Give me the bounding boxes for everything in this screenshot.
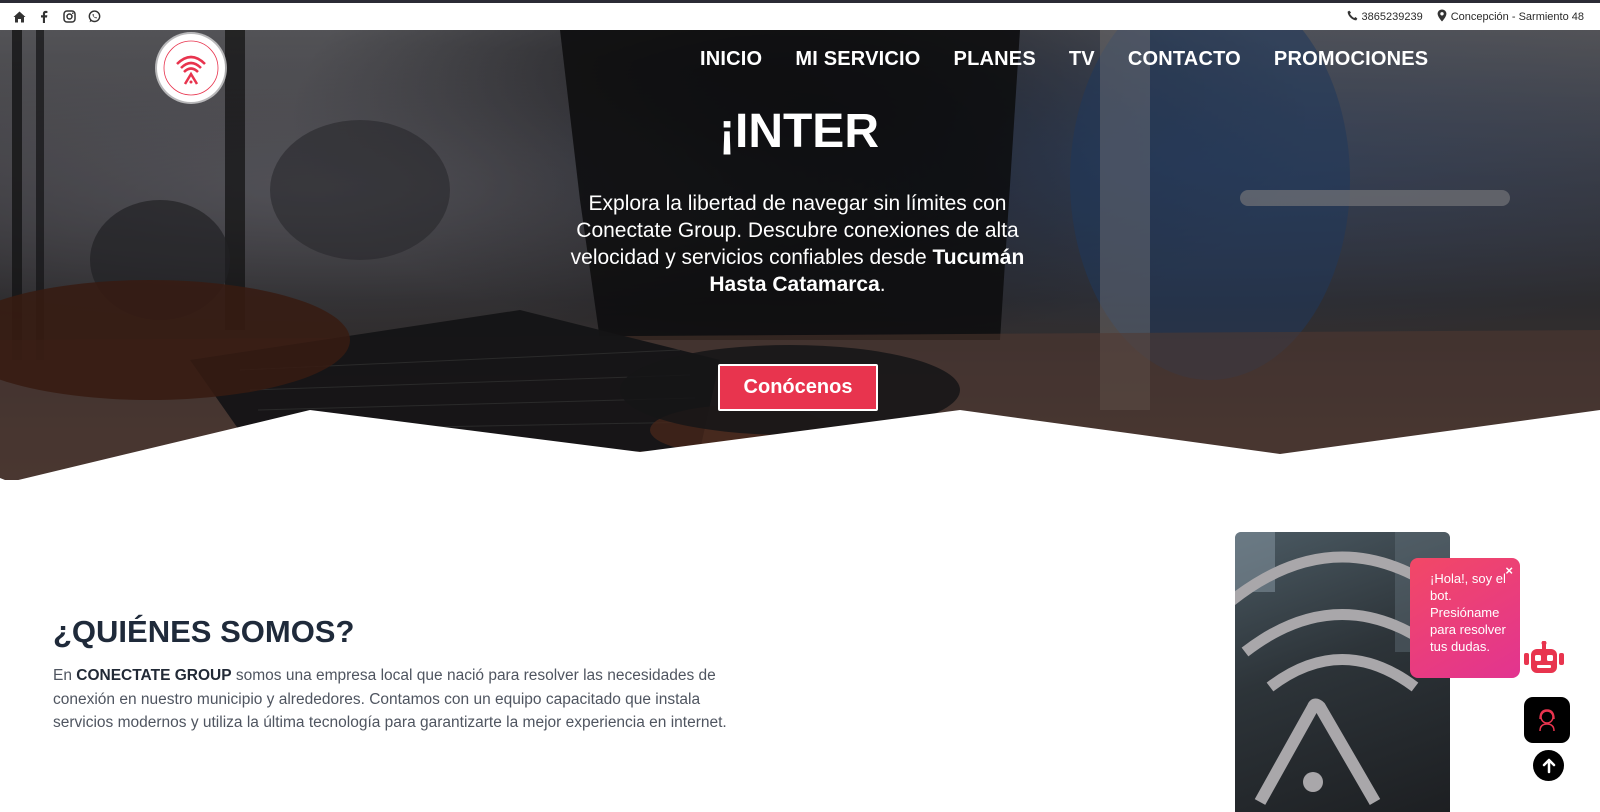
support-agent-icon <box>1539 709 1555 732</box>
phone-icon <box>1347 10 1358 24</box>
chatbot-bubble-text: ¡Hola!, soy el bot. Presióname para reso… <box>1430 571 1506 654</box>
location-info[interactable]: Concepción - Sarmiento 48 <box>1437 9 1584 25</box>
about-title: ¿QUIÉNES SOMOS? <box>53 614 355 649</box>
facebook-icon[interactable] <box>37 10 51 24</box>
home-icon[interactable] <box>12 10 26 24</box>
hero-title: ¡INTER <box>0 104 1600 159</box>
chatbot-bubble[interactable]: × ¡Hola!, soy el bot. Presióname para re… <box>1410 558 1520 678</box>
phone-number: 3865239239 <box>1361 10 1423 23</box>
chatbot-launcher-button[interactable] <box>1524 697 1570 743</box>
nav-promociones[interactable]: PROMOCIONES <box>1274 48 1428 71</box>
robot-icon[interactable] <box>1522 640 1566 677</box>
main-nav: INICIO MI SERVICIO PLANES TV CONTACTO PR… <box>700 48 1428 71</box>
nav-planes[interactable]: PLANES <box>954 48 1036 71</box>
top-bar: 3865239239 Concepción - Sarmiento 48 <box>0 3 1600 30</box>
location-pin-icon <box>1437 9 1447 25</box>
hero-text-end: . <box>879 273 886 296</box>
phone-info[interactable]: 3865239239 <box>1347 10 1423 24</box>
wifi-logo-icon <box>163 40 219 96</box>
instagram-icon[interactable] <box>62 10 76 24</box>
nav-tv[interactable]: TV <box>1069 48 1095 71</box>
hero-title-text: ¡INTER <box>719 105 879 158</box>
nav-inicio[interactable]: INICIO <box>700 48 762 71</box>
close-bubble-icon[interactable]: × <box>1505 562 1513 579</box>
hero-wave-divider <box>0 410 1600 480</box>
about-text-prefix: En <box>53 667 77 684</box>
site-logo[interactable] <box>157 34 225 102</box>
arrow-up-icon <box>1542 758 1555 773</box>
about-text: En CONECTATE GROUP somos una empresa loc… <box>53 664 753 735</box>
about-text-brand: CONECTATE GROUP <box>76 667 232 684</box>
nav-contacto[interactable]: CONTACTO <box>1128 48 1241 71</box>
contact-info: 3865239239 Concepción - Sarmiento 48 <box>1347 9 1584 25</box>
conocenos-button[interactable]: Conócenos <box>718 364 878 411</box>
hero-description: Explora la libertad de navegar sin límit… <box>560 190 1035 298</box>
whatsapp-icon[interactable] <box>87 10 101 24</box>
scroll-to-top-button[interactable] <box>1533 750 1564 781</box>
nav-mi-servicio[interactable]: MI SERVICIO <box>795 48 920 71</box>
social-links <box>12 10 101 24</box>
location-text: Concepción - Sarmiento 48 <box>1450 10 1584 23</box>
